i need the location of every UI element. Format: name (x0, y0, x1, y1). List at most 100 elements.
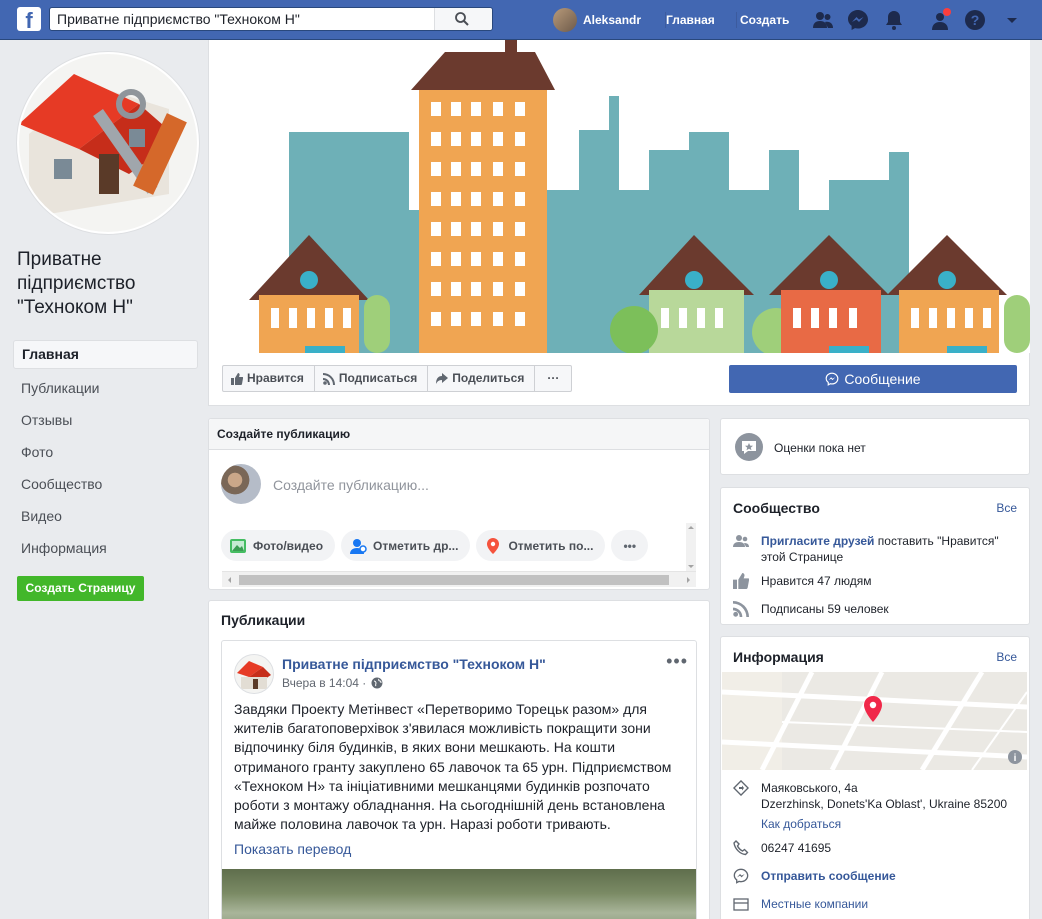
left-nav-item-home[interactable]: Главная (13, 340, 198, 369)
star-bubble-icon (742, 441, 756, 454)
photo-video-button[interactable]: Фото/видео (221, 530, 336, 561)
thumbs-up-icon (231, 372, 243, 385)
more-dots: ••• (623, 538, 637, 553)
show-translation-link[interactable]: Показать перевод (234, 841, 351, 857)
post: Приватне підприємство "Техноком Н" Вчера… (221, 640, 697, 919)
rating-card: Оценки пока нет (720, 418, 1030, 475)
post-timestamp[interactable]: Вчера в 14:04 · (282, 676, 383, 690)
follow-label: Подписаться (338, 371, 418, 385)
community-title: Сообщество (733, 500, 820, 516)
left-nav-item-posts[interactable]: Публикации (13, 372, 198, 404)
post-photo[interactable] (222, 869, 696, 919)
left-navigation: Главная Публикации Отзывы Фото Сообществ… (13, 340, 198, 564)
send-message-link[interactable]: Отправить сообщение (761, 868, 896, 884)
more-options-button[interactable]: ··· (535, 366, 571, 391)
review-icon (735, 433, 763, 461)
phone-number[interactable]: 06247 41695 (761, 840, 831, 856)
page-title: Приватне підприємство "Техноком Н" (17, 249, 136, 318)
like-label: Нравится (247, 371, 304, 385)
scrollbar-thumb[interactable] (239, 575, 669, 585)
cover-photo[interactable] (209, 40, 1030, 353)
check-in-label: Отметить по... (508, 538, 594, 553)
create-link-label: Создать (740, 13, 790, 27)
left-nav-item-photos[interactable]: Фото (13, 436, 198, 468)
follow-button[interactable]: Подписаться (315, 366, 429, 391)
photo-icon (230, 538, 246, 553)
share-arrow-icon (436, 372, 449, 384)
city-illustration (209, 40, 1030, 353)
invite-friends-link[interactable]: Пригласите друзей (761, 534, 874, 548)
tag-friends-icon (350, 538, 367, 554)
create-post-title: Создайте публикацию (209, 419, 709, 450)
post-options: Фото/видео Отметить др... Отметить по...… (221, 530, 649, 561)
like-page-button[interactable]: Нравится (223, 366, 315, 391)
followers-row: Подписаны 59 человек (733, 601, 889, 617)
tag-friends-button[interactable]: Отметить др... (341, 530, 471, 561)
left-nav-item-info[interactable]: Информация (13, 532, 198, 564)
location-map[interactable]: i (722, 672, 1027, 770)
storefront-icon (733, 898, 749, 911)
info-see-all-link[interactable]: Все (996, 650, 1017, 664)
help-icon[interactable]: ? (963, 8, 987, 32)
community-card: Сообщество Все Пригласите друзей постави… (720, 487, 1030, 625)
nav-divider (736, 12, 737, 28)
create-link[interactable]: Создать (740, 0, 789, 40)
check-in-button[interactable]: Отметить по... (476, 530, 606, 561)
publications-title: Публикации (221, 612, 306, 628)
address-block: Маяковського, 4а Dzerzhinsk, Donets'Ka O… (761, 780, 1007, 832)
post-time-label: Вчера в 14:04 · (282, 676, 367, 690)
local-business-link[interactable]: Местные компании (761, 896, 868, 912)
search-icon (455, 12, 469, 26)
create-post-input[interactable]: Создайте публикацию... (273, 477, 429, 493)
facebook-logo-icon[interactable]: f (17, 7, 41, 31)
home-link[interactable]: Главная (666, 0, 715, 40)
post-options-icon[interactable]: ••• (666, 651, 688, 672)
dropdown-arrow-icon[interactable] (1000, 8, 1024, 32)
friend-requests-icon[interactable] (928, 8, 952, 32)
create-page-button[interactable]: Создать Страницу (17, 576, 144, 601)
info-card: Информация Все i Маяковського, 4а Dzerzh… (720, 636, 1030, 919)
post-author-avatar[interactable] (234, 654, 274, 694)
more-post-options-button[interactable]: ••• (611, 530, 649, 561)
vertical-scrollbar[interactable] (686, 523, 696, 571)
notifications-icon[interactable] (882, 8, 906, 32)
search-input[interactable] (50, 8, 450, 30)
house-logo-icon (235, 655, 273, 693)
share-label: Поделиться (452, 371, 525, 385)
more-label: ··· (547, 371, 560, 385)
get-directions-link[interactable]: Как добраться (761, 816, 1007, 832)
address-row: Маяковського, 4а Dzerzhinsk, Donets'Ka O… (733, 780, 1021, 832)
messenger-icon[interactable] (846, 8, 870, 32)
house-tools-logo (19, 54, 197, 232)
likes-count: Нравится 47 людям (761, 574, 872, 588)
share-button[interactable]: Поделиться (428, 366, 536, 391)
phone-row: 06247 41695 (733, 840, 831, 856)
photo-video-label: Фото/видео (253, 538, 324, 553)
left-nav-item-reviews[interactable]: Отзывы (13, 404, 198, 436)
directions-icon (733, 780, 749, 796)
followers-count: Подписаны 59 человек (761, 602, 889, 616)
user-avatar (221, 464, 261, 504)
send-message-button[interactable]: Сообщение (729, 365, 1017, 393)
horizontal-scrollbar[interactable] (222, 571, 696, 587)
community-see-all-link[interactable]: Все (996, 501, 1017, 515)
info-title: Информация (733, 649, 824, 665)
friends-icon[interactable] (811, 8, 835, 32)
search-button[interactable] (434, 8, 492, 30)
location-pin-icon (487, 537, 500, 554)
globe-icon (371, 677, 383, 689)
phone-icon (733, 840, 749, 856)
messenger-icon (733, 868, 749, 884)
user-profile-link[interactable]: Aleksandr (553, 0, 641, 40)
page-profile-picture[interactable] (17, 52, 199, 234)
left-nav-item-community[interactable]: Сообщество (13, 468, 198, 500)
svg-text:?: ? (971, 12, 980, 28)
invite-friends-row: Пригласите друзей поставить "Нравится" э… (733, 533, 1021, 565)
publications-card: Публикации Приватне підприємство "Технок… (208, 600, 710, 919)
invite-friends-text: Пригласите друзей поставить "Нравится" э… (761, 533, 1021, 565)
left-nav-item-videos[interactable]: Видео (13, 500, 198, 532)
user-avatar (553, 8, 577, 32)
post-author-name[interactable]: Приватне підприємство "Техноком Н" (282, 656, 546, 672)
page-actions-bar: Нравится Подписаться Поделиться ··· (222, 365, 573, 392)
likes-row: Нравится 47 людям (733, 573, 871, 589)
